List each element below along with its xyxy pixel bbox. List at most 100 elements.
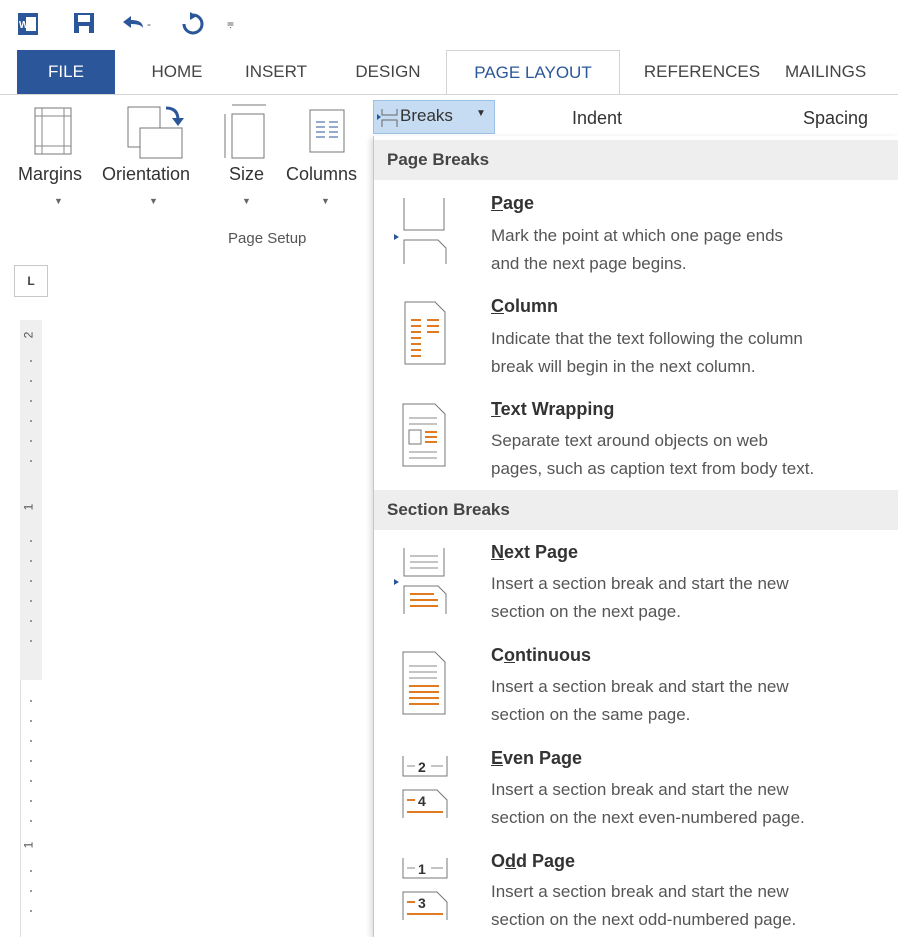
- margins-button[interactable]: Margins: [18, 164, 82, 185]
- tab-home[interactable]: HOME: [132, 50, 222, 94]
- oddpage-title-accel: d: [505, 851, 517, 871]
- columns-dropdown-icon: ▼: [321, 196, 330, 206]
- even-page-option[interactable]: Even Page: [491, 748, 582, 769]
- svg-text:2: 2: [418, 759, 426, 775]
- document-area: [0, 258, 374, 937]
- continuous-option[interactable]: Continuous: [491, 645, 591, 666]
- even-page-icon: 24: [401, 754, 449, 820]
- next-page-desc: Insert a section break and start the new…: [491, 570, 896, 626]
- ruler-tick: [30, 740, 32, 742]
- continuous-desc: Insert a section break and start the new…: [491, 673, 896, 729]
- desc-line: section on the next page.: [491, 602, 681, 621]
- desc-line: Mark the point at which one page ends: [491, 226, 784, 245]
- desc-line: Insert a section break and start the new: [491, 677, 789, 696]
- ruler-tick: [30, 800, 32, 802]
- svg-text:4: 4: [418, 793, 426, 809]
- vertical-ruler-page: [20, 680, 43, 937]
- ruler-tick: [30, 540, 32, 542]
- page-break-title-accel: P: [491, 193, 504, 213]
- ribbon-tabs: FILE HOME INSERT DESIGN PAGE LAYOUT REFE…: [0, 50, 898, 96]
- evenpage-title-accel: E: [491, 748, 504, 768]
- ruler-tick: [30, 700, 32, 702]
- ruler-tick: [30, 400, 32, 402]
- customize-qat-icon[interactable]: ⩦: [227, 16, 234, 31]
- redo-icon[interactable]: [180, 12, 206, 36]
- oddpage-title-pre: O: [491, 851, 506, 871]
- ruler-tick: [30, 910, 32, 912]
- columns-icon: [308, 108, 346, 154]
- tab-design[interactable]: DESIGN: [343, 50, 433, 94]
- page-break-icon: [392, 196, 452, 266]
- odd-page-option[interactable]: Odd Page: [491, 851, 575, 872]
- ruler-tick: [30, 820, 32, 822]
- page-break-desc: Mark the point at which one page ends and…: [491, 222, 896, 278]
- next-page-option[interactable]: Next Page: [491, 542, 578, 563]
- desc-line: section on the next even-numbered page.: [491, 808, 805, 827]
- nextpage-title-post: ext Page: [504, 542, 579, 562]
- svg-text:1: 1: [418, 861, 426, 877]
- continuous-title-pre: C: [491, 645, 504, 665]
- page-break-title-post: age: [503, 193, 535, 213]
- ruler-number: 1: [21, 841, 36, 849]
- even-page-desc: Insert a section break and start the new…: [491, 776, 896, 832]
- tab-page-layout[interactable]: PAGE LAYOUT: [446, 50, 620, 96]
- column-break-desc: Indicate that the text following the col…: [491, 325, 896, 381]
- ruler-tick: [30, 580, 32, 582]
- columns-button[interactable]: Columns: [286, 164, 357, 185]
- ruler-tick: [30, 360, 32, 362]
- ruler-tick: [30, 720, 32, 722]
- text-wrapping-icon: [401, 402, 447, 468]
- page-break-option[interactable]: Page: [491, 193, 534, 214]
- tab-insert[interactable]: INSERT: [230, 50, 322, 94]
- column-title-post: olumn: [504, 296, 558, 316]
- ruler-tick: [30, 560, 32, 562]
- ruler-tick: [30, 890, 32, 892]
- save-icon[interactable]: [73, 12, 95, 34]
- ruler-number: 2: [21, 331, 36, 339]
- ruler-tick: [30, 780, 32, 782]
- tab-file[interactable]: FILE: [17, 50, 115, 94]
- odd-page-icon: 13: [401, 856, 449, 922]
- desc-line: pages, such as caption text from body te…: [491, 459, 815, 478]
- section-breaks-header: Section Breaks: [374, 490, 898, 530]
- desc-line: Insert a section break and start the new: [491, 882, 789, 901]
- desc-line: Separate text around objects on web: [491, 431, 768, 450]
- tab-mailings[interactable]: MAILINGS: [785, 50, 898, 94]
- orientation-icon: [126, 104, 186, 160]
- breaks-icon: [377, 108, 399, 128]
- text-wrapping-option[interactable]: Text Wrapping: [491, 399, 614, 420]
- tab-selector[interactable]: L: [14, 265, 48, 297]
- column-break-option[interactable]: Column: [491, 296, 558, 317]
- ruler-number: 1: [21, 503, 36, 511]
- group-label-page-setup: Page Setup: [228, 230, 307, 247]
- margins-dropdown-icon: ▼: [54, 196, 63, 206]
- nextpage-title-accel: N: [491, 542, 504, 562]
- size-button[interactable]: Size: [229, 164, 264, 185]
- ruler-tick: [30, 380, 32, 382]
- desc-line: section on the same page.: [491, 705, 691, 724]
- svg-text:3: 3: [418, 895, 426, 911]
- continuous-icon: [401, 650, 447, 716]
- ruler-tick: [30, 460, 32, 462]
- ruler-tick: [30, 870, 32, 872]
- evenpage-title-post: ven Page: [503, 748, 583, 768]
- tab-references[interactable]: REFERENCES: [632, 50, 772, 94]
- text-wrapping-desc: Separate text around objects on web pages…: [491, 427, 896, 483]
- column-title-accel: C: [491, 296, 504, 316]
- size-icon: [222, 102, 268, 160]
- desc-line: and the next page begins.: [491, 254, 687, 273]
- spacing-label: Spacing: [803, 108, 869, 128]
- ruler-tick: [30, 600, 32, 602]
- column-break-icon: [403, 300, 447, 366]
- quick-access-toolbar: W - ⩦: [0, 0, 898, 50]
- textwrap-title-post: ext Wrapping: [500, 399, 615, 419]
- odd-page-desc: Insert a section break and start the new…: [491, 878, 896, 934]
- orientation-button[interactable]: Orientation: [102, 164, 190, 185]
- undo-icon[interactable]: -: [119, 12, 159, 36]
- svg-text:W: W: [19, 20, 29, 31]
- breaks-dropdown-icon: ▼: [476, 108, 486, 119]
- desc-line: Indicate that the text following the col…: [491, 329, 803, 348]
- margins-icon: [33, 106, 73, 156]
- desc-line: section on the next odd-numbered page.: [491, 910, 797, 929]
- desc-line: break will begin in the next column.: [491, 357, 756, 376]
